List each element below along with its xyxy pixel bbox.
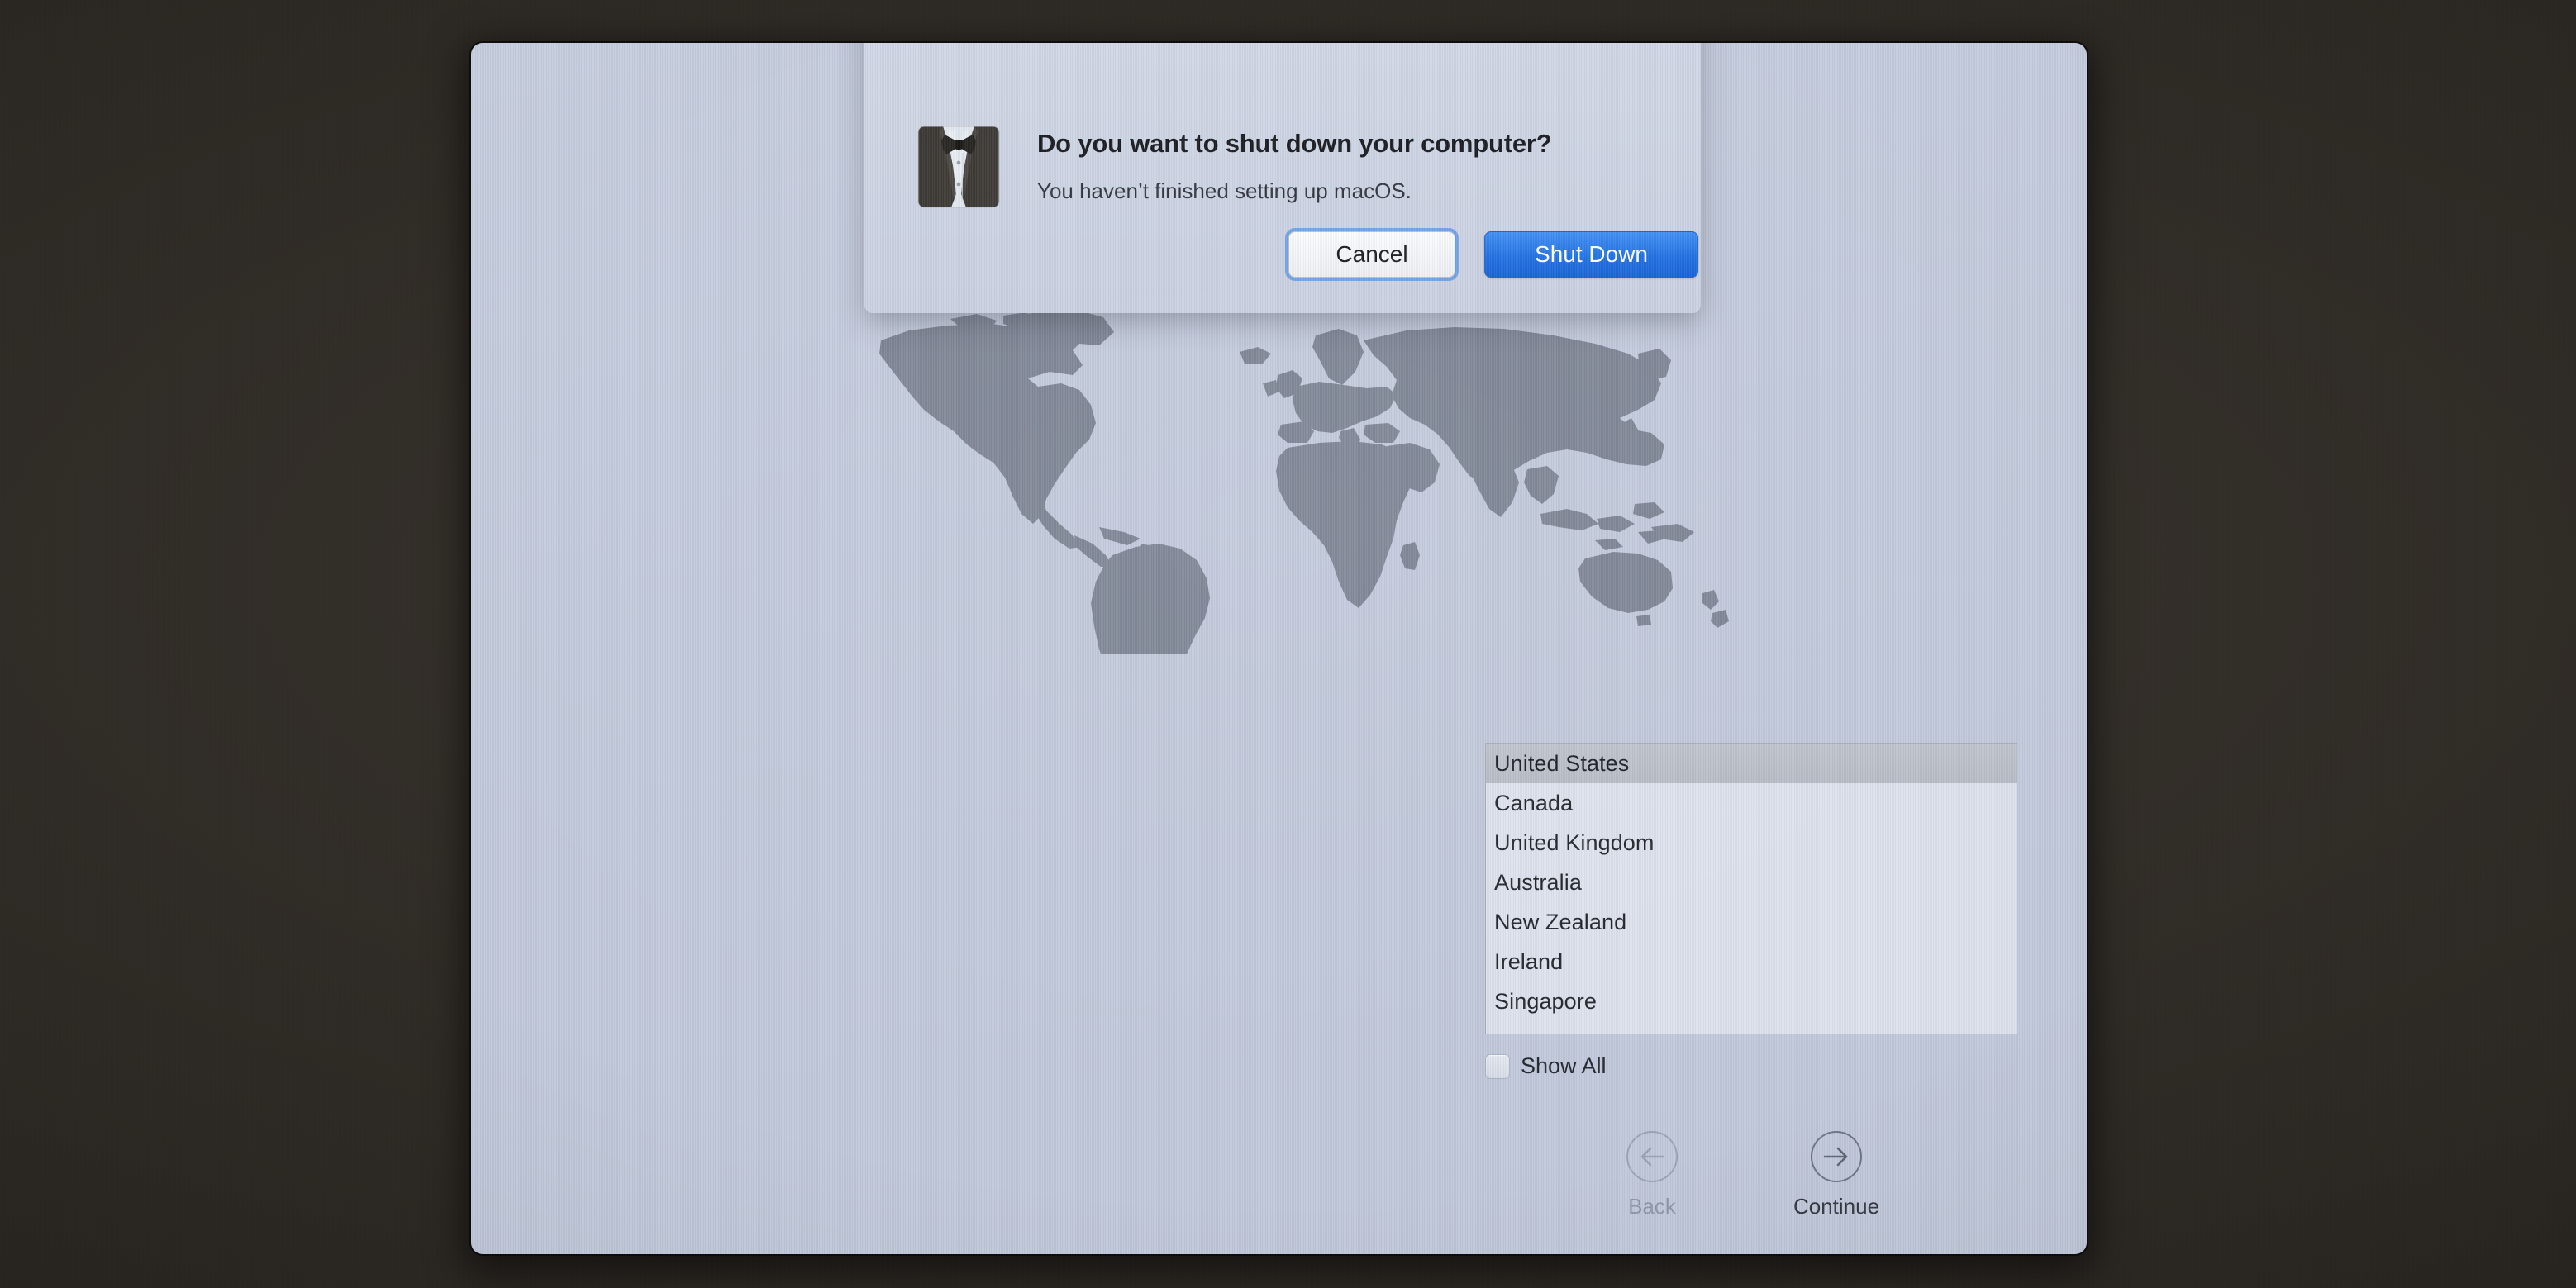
show-all-checkbox-row[interactable]: Show All: [1485, 1053, 1607, 1079]
continue-button[interactable]: Continue: [1774, 1131, 1898, 1219]
shut-down-dialog: Do you want to shut down your computer? …: [864, 43, 1701, 313]
dialog-title: Do you want to shut down your computer?: [1037, 129, 1552, 158]
arrow-left-circle-icon: [1626, 1131, 1678, 1182]
world-map-icon: [879, 309, 1729, 654]
computer-display: United States Canada United Kingdom Aust…: [471, 43, 2087, 1254]
list-item[interactable]: Ireland: [1486, 942, 2017, 981]
list-item[interactable]: New Zealand: [1486, 902, 2017, 942]
shut-down-button[interactable]: Shut Down: [1484, 231, 1698, 278]
show-all-label: Show All: [1521, 1053, 1607, 1078]
list-item[interactable]: Singapore: [1486, 981, 2017, 1021]
arrow-right-circle-icon: [1811, 1131, 1862, 1182]
world-map: [851, 307, 1777, 654]
continue-label: Continue: [1793, 1194, 1880, 1219]
list-item[interactable]: United States: [1486, 744, 2017, 783]
list-item[interactable]: United Kingdom: [1486, 823, 2017, 863]
list-item[interactable]: Australia: [1486, 863, 2017, 902]
back-label: Back: [1628, 1194, 1676, 1219]
dialog-message: You haven’t finished setting up macOS.: [1037, 178, 1412, 203]
tuxedo-setup-assistant-icon: [915, 123, 1002, 211]
photographed-environment: United States Canada United Kingdom Aust…: [0, 0, 2576, 1288]
cancel-button[interactable]: Cancel: [1288, 231, 1455, 278]
list-item[interactable]: Canada: [1486, 783, 2017, 823]
show-all-checkbox[interactable]: [1485, 1053, 1510, 1079]
back-button[interactable]: Back: [1590, 1131, 1714, 1219]
country-list[interactable]: United States Canada United Kingdom Aust…: [1485, 743, 2017, 1034]
